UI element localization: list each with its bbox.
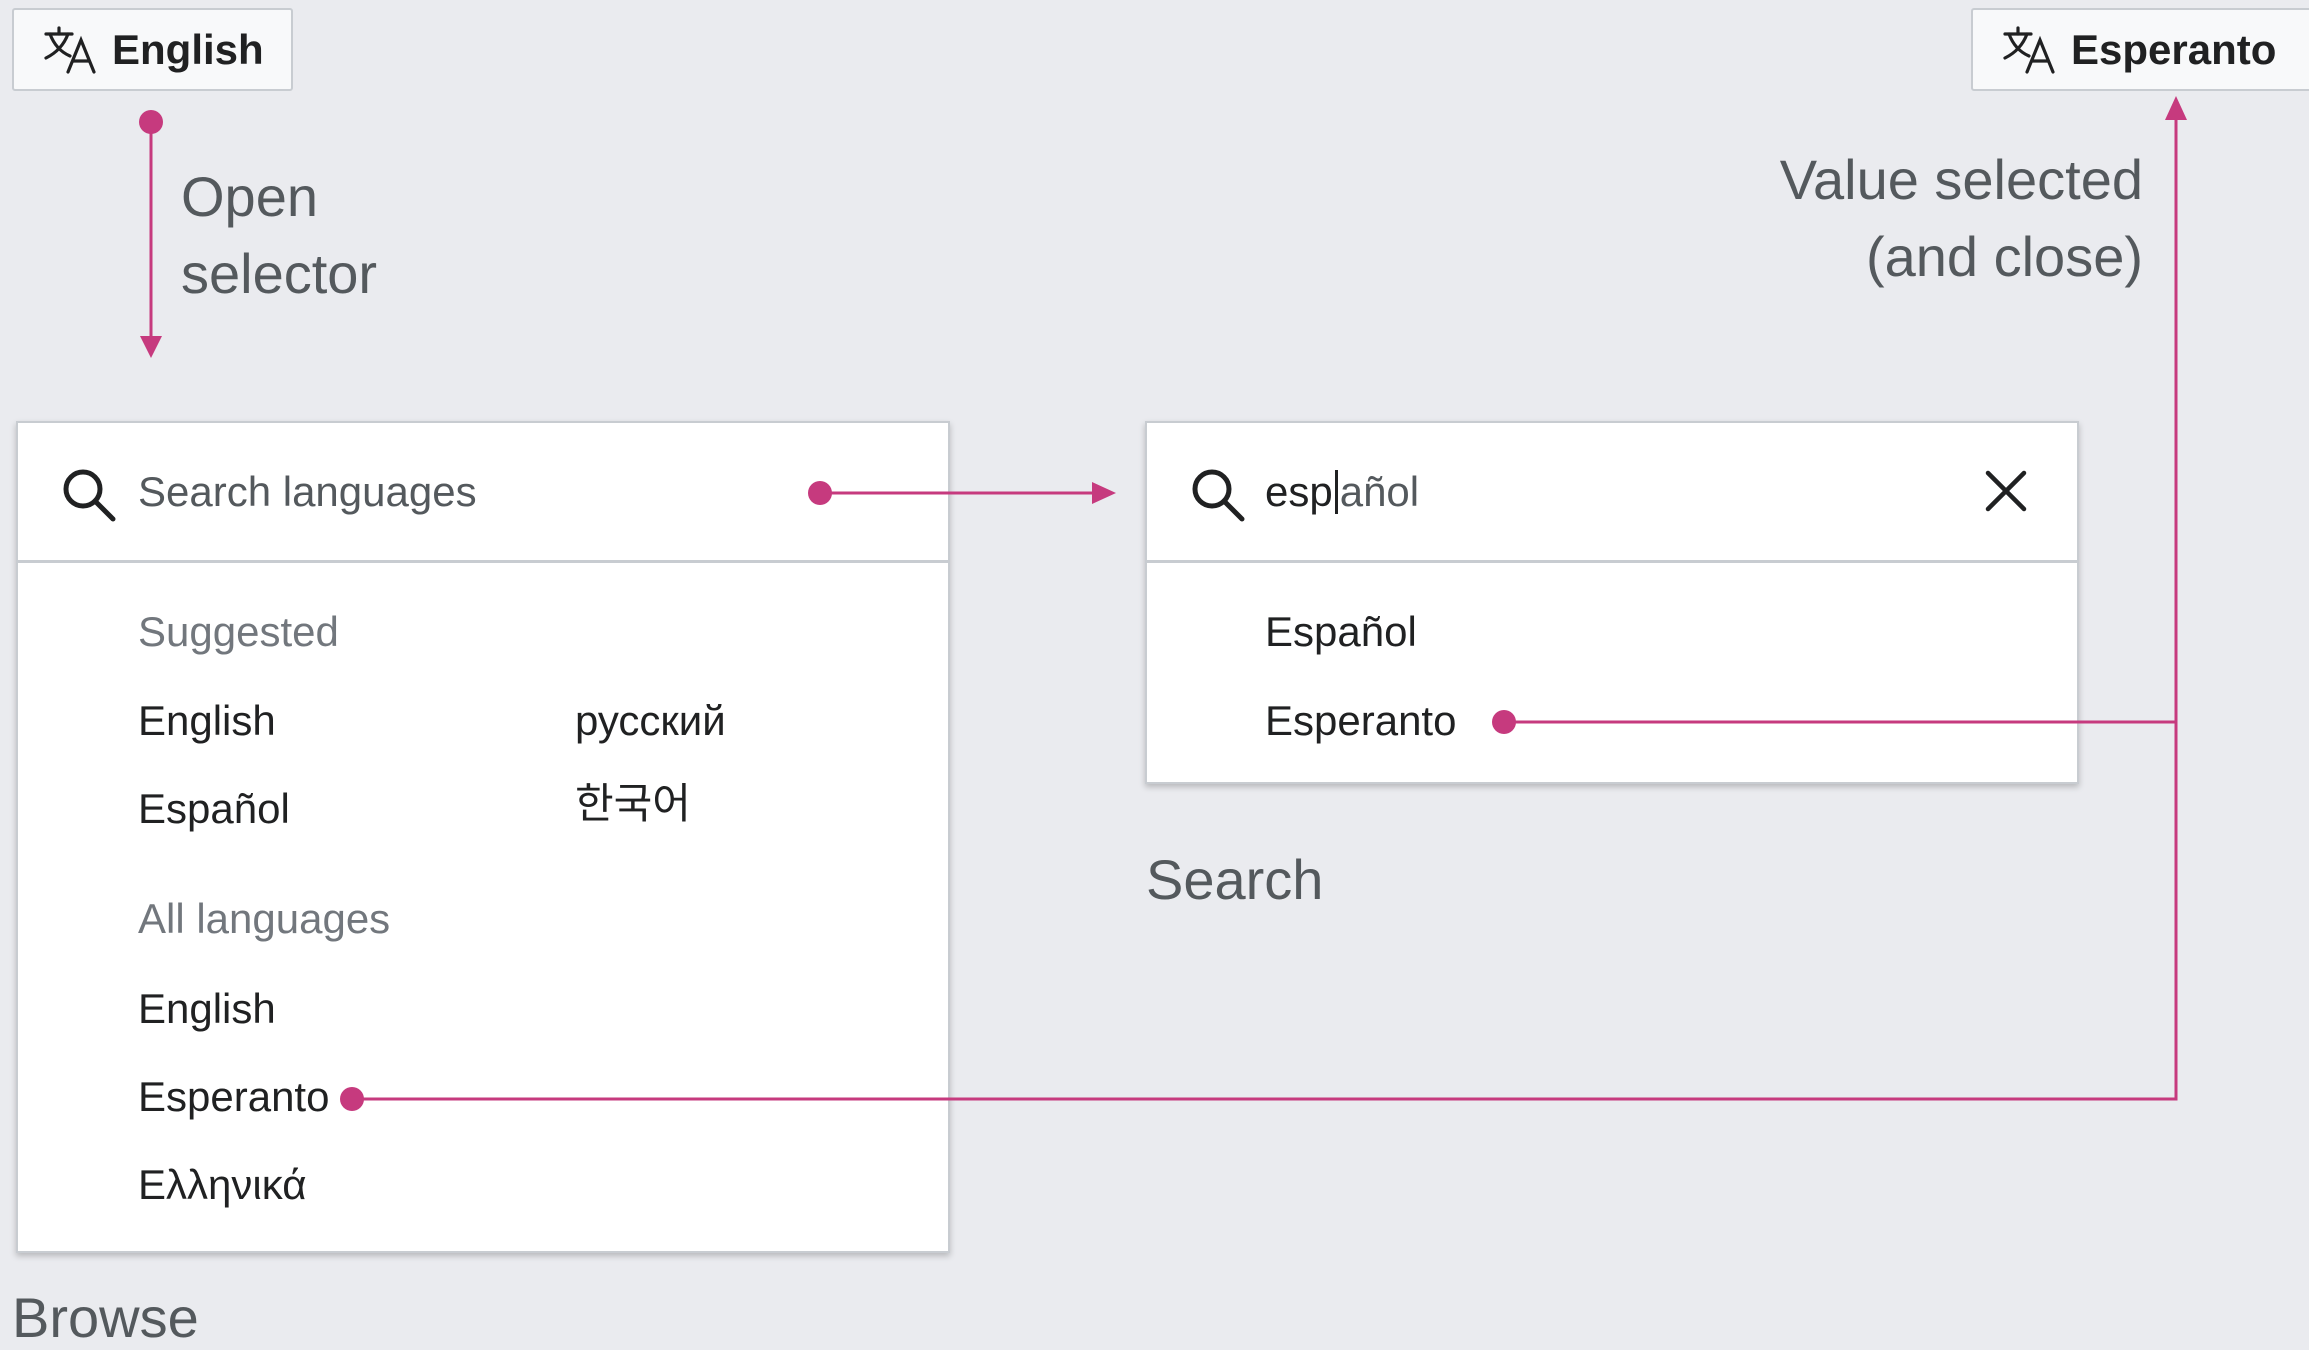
arrow-browse-to-search bbox=[808, 481, 1116, 505]
flow-arrows bbox=[139, 96, 2187, 1111]
arrow-search-result-selected bbox=[1492, 710, 2176, 734]
arrow-open-selector bbox=[139, 110, 163, 358]
arrow-browse-result-selected bbox=[340, 96, 2187, 1111]
